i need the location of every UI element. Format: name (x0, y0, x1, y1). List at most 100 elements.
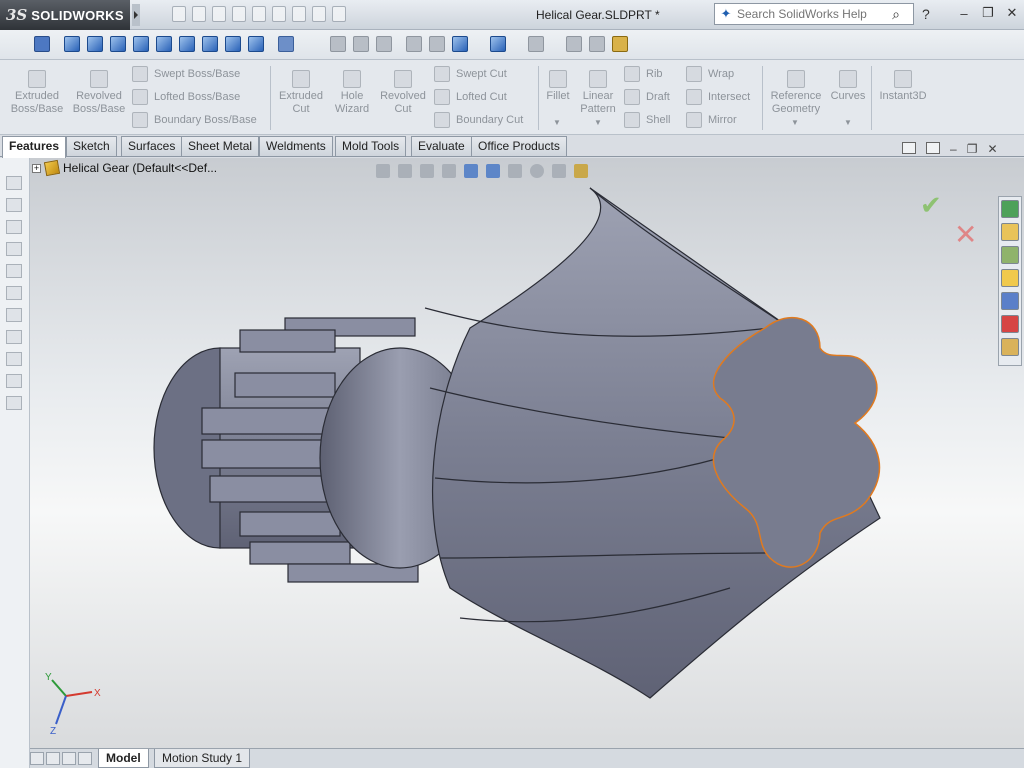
wrap-button[interactable]: Wrap (686, 66, 734, 82)
design-library-icon[interactable] (1001, 223, 1019, 241)
edit-appearance-icon[interactable] (566, 36, 582, 52)
boundary-boss-button[interactable]: Boundary Boss/Base (132, 112, 257, 128)
file-properties-icon[interactable] (312, 6, 326, 22)
mirror-button[interactable]: Mirror (686, 112, 737, 128)
hide-show-items-icon[interactable] (528, 36, 544, 52)
search-scope-icon[interactable]: ✦ (715, 4, 737, 24)
new-document-icon[interactable] (172, 6, 186, 22)
solidworks-logo[interactable]: 3S SOLIDWORKS (0, 0, 130, 30)
print-icon[interactable] (232, 6, 246, 22)
tile-vertical-icon[interactable] (926, 142, 940, 154)
solidworks-resources-icon[interactable] (1001, 200, 1019, 218)
reference-geometry-button[interactable]: Reference Geometry (766, 70, 826, 116)
select-icon[interactable] (272, 6, 286, 22)
tile-horizontal-icon[interactable] (902, 142, 916, 154)
apply-scene-icon[interactable] (589, 36, 605, 52)
feature-tree-icon[interactable] (6, 176, 22, 190)
fillet-dropdown-icon[interactable]: ▼ (553, 118, 561, 127)
intersect-button[interactable]: Intersect (686, 89, 750, 105)
next-tab-icon[interactable] (62, 752, 76, 765)
dimetric-view-icon[interactable] (248, 36, 264, 52)
help-search-box[interactable]: ✦ ⌕ (714, 3, 914, 25)
tab-mold-tools[interactable]: Mold Tools (335, 136, 407, 156)
appearances-icon[interactable] (1001, 315, 1019, 333)
tab-sketch[interactable]: Sketch (66, 136, 117, 156)
fillet-button[interactable]: Fillet (542, 70, 574, 103)
linear-pattern-dropdown-icon[interactable]: ▼ (594, 118, 602, 127)
tab-sheet-metal[interactable]: Sheet Metal (181, 136, 260, 156)
view-palette-icon[interactable] (1001, 292, 1019, 310)
tab-weldments[interactable]: Weldments (259, 136, 333, 156)
revolved-cut-button[interactable]: Revolved Cut (378, 70, 428, 116)
extruded-cut-button[interactable]: Extruded Cut (274, 70, 328, 116)
configuration-manager-icon[interactable] (6, 220, 22, 234)
menu-flyout-arrow-icon[interactable] (132, 4, 140, 26)
tab-evaluate[interactable]: Evaluate (411, 136, 472, 156)
search-icon[interactable]: ⌕ (887, 6, 905, 23)
options-icon[interactable] (332, 6, 346, 22)
extruded-boss-button[interactable]: Extruded Boss/Base (8, 70, 66, 116)
first-tab-icon[interactable] (30, 752, 44, 765)
undo-icon[interactable] (252, 6, 266, 22)
swept-cut-button[interactable]: Swept Cut (434, 66, 507, 82)
revolved-boss-button[interactable]: Revolved Boss/Base (70, 70, 128, 116)
tab-motion-study-1[interactable]: Motion Study 1 (154, 749, 251, 768)
top-view-icon[interactable] (156, 36, 172, 52)
zoom-to-area-icon[interactable] (353, 36, 369, 52)
section-view-icon[interactable] (406, 36, 422, 52)
dimxpert-icon[interactable] (6, 242, 22, 256)
view-settings-icon[interactable] (612, 36, 628, 52)
link-views-icon[interactable] (278, 36, 294, 52)
boundary-cut-button[interactable]: Boundary Cut (434, 112, 523, 128)
help-icon[interactable]: ? (922, 6, 930, 22)
isometric-view-icon[interactable] (202, 36, 218, 52)
linear-pattern-button[interactable]: Linear Pattern (576, 70, 620, 116)
back-view-icon[interactable] (87, 36, 103, 52)
front-view-icon[interactable] (64, 36, 80, 52)
sensors-icon[interactable] (6, 330, 22, 344)
viewport-restore-icon[interactable]: ❐ (967, 142, 978, 156)
folder-icon[interactable] (1001, 269, 1019, 287)
filter-icon[interactable] (6, 286, 22, 300)
rib-button[interactable]: Rib (624, 66, 663, 82)
left-view-icon[interactable] (110, 36, 126, 52)
viewport-minimize-icon[interactable]: – (950, 142, 957, 156)
trimetric-view-icon[interactable] (225, 36, 241, 52)
display-manager-icon[interactable] (6, 264, 22, 278)
swept-boss-button[interactable]: Swept Boss/Base (132, 66, 240, 82)
minimize-icon[interactable]: – (956, 5, 972, 21)
viewport-close-icon[interactable]: ✕ (987, 142, 997, 156)
reference-geometry-dropdown-icon[interactable]: ▼ (791, 118, 799, 127)
instant3d-button[interactable]: Instant3D (874, 70, 932, 103)
close-icon[interactable]: ✕ (1004, 5, 1020, 21)
curves-dropdown-icon[interactable]: ▼ (844, 118, 852, 127)
annotations-icon[interactable] (6, 352, 22, 366)
helical-gear-model[interactable] (30, 158, 1024, 748)
dynamic-annotation-icon[interactable] (429, 36, 445, 52)
right-view-icon[interactable] (133, 36, 149, 52)
open-document-icon[interactable] (192, 6, 206, 22)
lofted-cut-button[interactable]: Lofted Cut (434, 89, 507, 105)
previous-view-icon[interactable] (376, 36, 392, 52)
rebuild-icon[interactable] (292, 6, 306, 22)
tab-model[interactable]: Model (98, 749, 149, 768)
last-tab-icon[interactable] (78, 752, 92, 765)
zoom-to-fit-icon[interactable] (330, 36, 346, 52)
draft-button[interactable]: Draft (624, 89, 670, 105)
shell-button[interactable]: Shell (624, 112, 670, 128)
file-explorer-icon[interactable] (1001, 246, 1019, 264)
lofted-boss-button[interactable]: Lofted Boss/Base (132, 89, 240, 105)
curves-button[interactable]: Curves (828, 70, 868, 103)
hole-wizard-button[interactable]: Hole Wizard (328, 70, 376, 116)
bottom-view-icon[interactable] (179, 36, 195, 52)
previous-tab-icon[interactable] (46, 752, 60, 765)
tab-office-products[interactable]: Office Products (471, 136, 567, 156)
tab-features[interactable]: Features (2, 136, 67, 158)
restore-icon[interactable]: ❐ (980, 5, 996, 21)
view-orientation-icon[interactable] (452, 36, 468, 52)
display-style-icon[interactable] (490, 36, 506, 52)
search-input[interactable] (737, 7, 887, 21)
graphics-area[interactable]: + Helical Gear (Default<<Def... ✔ ✕ Y X … (30, 158, 1024, 748)
lights-icon[interactable] (6, 396, 22, 410)
normal-to-icon[interactable] (34, 36, 50, 52)
